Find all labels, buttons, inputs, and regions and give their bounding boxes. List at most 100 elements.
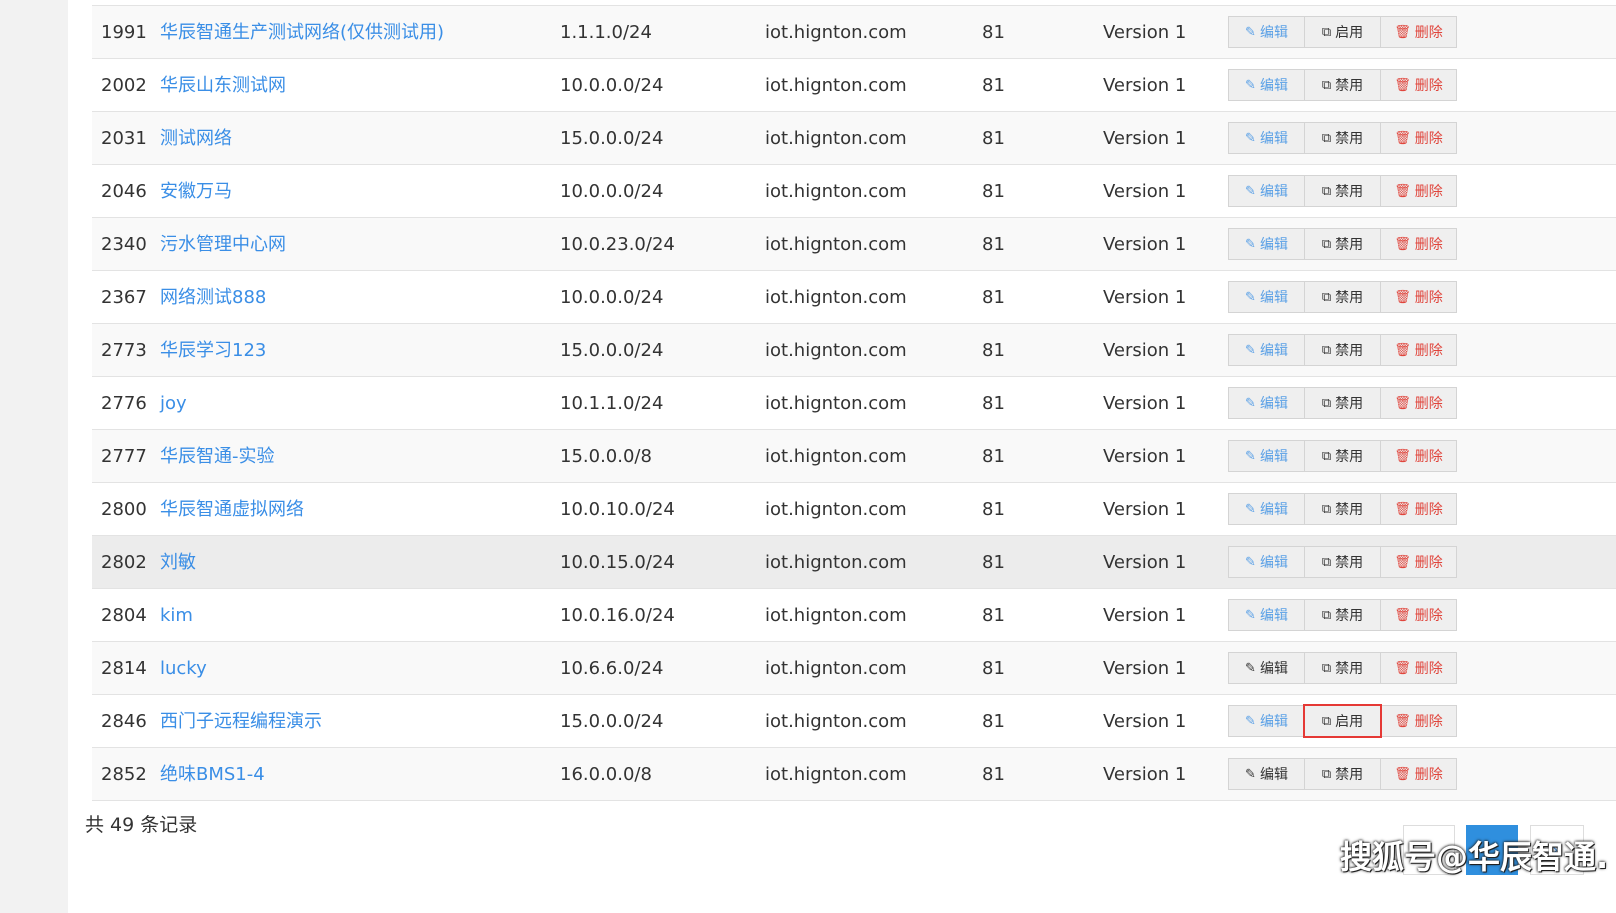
edit-button[interactable]: ✎ 编辑 xyxy=(1228,334,1305,366)
network-name-link[interactable]: 华辰智通虚拟网络 xyxy=(160,483,304,535)
table-row: 2846 西门子远程编程演示 15.0.0.0/24 iot.hignton.com 8… xyxy=(92,694,1616,747)
network-name-link[interactable]: 西门子远程编程演示 xyxy=(160,695,322,747)
edit-icon: ✎ xyxy=(1245,448,1256,464)
main-content: 1991 华辰智通生产测试网络(仅供测试用) 1.1.1.0/24 iot.hignt… xyxy=(68,0,1616,913)
delete-button[interactable]: 🗑 删除 xyxy=(1380,334,1457,366)
network-name-link[interactable]: 华辰学习123 xyxy=(160,324,266,376)
delete-button[interactable]: 🗑 删除 xyxy=(1380,281,1457,313)
edit-button[interactable]: ✎ 编辑 xyxy=(1228,387,1305,419)
server-host: iot.hignton.com xyxy=(765,393,907,414)
delete-button[interactable]: 🗑 删除 xyxy=(1380,546,1457,578)
table-row: 2031 测试网络 15.0.0.0/24 iot.hignton.com 81 Vers… xyxy=(92,111,1616,164)
toggle-status-button[interactable]: ⧉ 禁用 xyxy=(1304,440,1381,472)
edit-label: 编辑 xyxy=(1259,290,1288,306)
network-cidr: 1.1.1.0/24 xyxy=(560,22,652,43)
server-port: 81 xyxy=(982,75,1005,96)
edit-button[interactable]: ✎ 编辑 xyxy=(1228,705,1305,737)
delete-button[interactable]: 🗑 删除 xyxy=(1380,69,1457,101)
edit-button[interactable]: ✎ 编辑 xyxy=(1228,546,1305,578)
trash-icon: 🗑 xyxy=(1394,236,1411,252)
toggle-label: 禁用 xyxy=(1335,767,1364,783)
delete-button[interactable]: 🗑 删除 xyxy=(1380,122,1457,154)
network-name-link[interactable]: joy xyxy=(160,377,187,429)
row-id: 2777 xyxy=(101,446,147,467)
protocol-version: Version 1 xyxy=(1103,446,1187,467)
network-cidr: 10.0.15.0/24 xyxy=(560,552,675,573)
edit-button[interactable]: ✎ 编辑 xyxy=(1228,652,1305,684)
row-actions: ✎ 编辑 ⧉ 启用 🗑 删除 xyxy=(1228,16,1457,48)
edit-button[interactable]: ✎ 编辑 xyxy=(1228,493,1305,525)
network-name-link[interactable]: 刘敏 xyxy=(160,536,196,588)
trash-icon: 🗑 xyxy=(1394,554,1411,570)
server-host: iot.hignton.com xyxy=(765,552,907,573)
toggle-status-button[interactable]: ⧉ 禁用 xyxy=(1304,652,1381,684)
network-name-link[interactable]: kim xyxy=(160,589,193,641)
table-row: 2002 华辰山东测试网 10.0.0.0/24 iot.hignton.com 81 V… xyxy=(92,58,1616,111)
edit-button[interactable]: ✎ 编辑 xyxy=(1228,16,1305,48)
network-name-link[interactable]: 华辰山东测试网 xyxy=(160,59,286,111)
server-host: iot.hignton.com xyxy=(765,340,907,361)
row-id: 2340 xyxy=(101,234,147,255)
edit-button[interactable]: ✎ 编辑 xyxy=(1228,228,1305,260)
toggle-status-button[interactable]: ⧉ 禁用 xyxy=(1304,599,1381,631)
edit-button[interactable]: ✎ 编辑 xyxy=(1228,281,1305,313)
toggle-status-button[interactable]: ⧉ 禁用 xyxy=(1304,493,1381,525)
row-actions: ✎ 编辑 ⧉ 禁用 🗑 删除 xyxy=(1228,175,1457,207)
toggle-status-button[interactable]: ⧉ 禁用 xyxy=(1304,387,1381,419)
protocol-version: Version 1 xyxy=(1103,234,1187,255)
delete-label: 删除 xyxy=(1414,78,1443,94)
table-row: 2046 安徽万马 10.0.0.0/24 iot.hignton.com 81 Vers… xyxy=(92,164,1616,217)
edit-button[interactable]: ✎ 编辑 xyxy=(1228,440,1305,472)
trash-icon: 🗑 xyxy=(1394,130,1411,146)
trash-icon: 🗑 xyxy=(1394,448,1411,464)
server-port: 81 xyxy=(982,764,1005,785)
toggle-status-button[interactable]: ⧉ 启用 xyxy=(1304,16,1381,48)
row-id: 2367 xyxy=(101,287,147,308)
delete-button[interactable]: 🗑 删除 xyxy=(1380,705,1457,737)
edit-label: 编辑 xyxy=(1259,343,1288,359)
toggle-status-button[interactable]: ⧉ 禁用 xyxy=(1304,122,1381,154)
copy-icon: ⧉ xyxy=(1321,766,1332,782)
delete-label: 删除 xyxy=(1414,25,1443,41)
protocol-version: Version 1 xyxy=(1103,499,1187,520)
toggle-status-button[interactable]: ⧉ 禁用 xyxy=(1304,546,1381,578)
row-id: 2852 xyxy=(101,764,147,785)
edit-button[interactable]: ✎ 编辑 xyxy=(1228,758,1305,790)
network-name-link[interactable]: 绝味BMS1-4 xyxy=(160,748,265,800)
network-name-link[interactable]: 测试网络 xyxy=(160,112,232,164)
toggle-label: 禁用 xyxy=(1335,343,1364,359)
network-name-link[interactable]: 安徽万马 xyxy=(160,165,232,217)
toggle-status-button[interactable]: ⧉ 禁用 xyxy=(1304,228,1381,260)
edit-button[interactable]: ✎ 编辑 xyxy=(1228,69,1305,101)
toggle-label: 禁用 xyxy=(1335,502,1364,518)
delete-button[interactable]: 🗑 删除 xyxy=(1380,175,1457,207)
copy-icon: ⧉ xyxy=(1321,713,1332,729)
table-row: 2340 污水管理中心网 10.0.23.0/24 iot.hignton.com 81… xyxy=(92,217,1616,270)
server-port: 81 xyxy=(982,181,1005,202)
toggle-status-button[interactable]: ⧉ 禁用 xyxy=(1304,334,1381,366)
delete-button[interactable]: 🗑 删除 xyxy=(1380,387,1457,419)
server-port: 81 xyxy=(982,22,1005,43)
network-name-link[interactable]: 网络测试888 xyxy=(160,271,266,323)
delete-button[interactable]: 🗑 删除 xyxy=(1380,493,1457,525)
network-name-link[interactable]: lucky xyxy=(160,642,207,694)
delete-button[interactable]: 🗑 删除 xyxy=(1380,228,1457,260)
toggle-status-button[interactable]: ⧉ 禁用 xyxy=(1304,175,1381,207)
toggle-status-button[interactable]: ⧉ 启用 xyxy=(1303,704,1382,738)
edit-button[interactable]: ✎ 编辑 xyxy=(1228,599,1305,631)
toggle-status-button[interactable]: ⧉ 禁用 xyxy=(1304,758,1381,790)
edit-button[interactable]: ✎ 编辑 xyxy=(1228,175,1305,207)
row-id: 1991 xyxy=(101,22,147,43)
network-name-link[interactable]: 华辰智通生产测试网络(仅供测试用) xyxy=(160,6,444,58)
toggle-status-button[interactable]: ⧉ 禁用 xyxy=(1304,69,1381,101)
edit-button[interactable]: ✎ 编辑 xyxy=(1228,122,1305,154)
network-name-link[interactable]: 华辰智通-实验 xyxy=(160,430,275,482)
delete-button[interactable]: 🗑 删除 xyxy=(1380,440,1457,472)
network-name-link[interactable]: 污水管理中心网 xyxy=(160,218,286,270)
toggle-status-button[interactable]: ⧉ 禁用 xyxy=(1304,281,1381,313)
delete-button[interactable]: 🗑 删除 xyxy=(1380,16,1457,48)
delete-button[interactable]: 🗑 删除 xyxy=(1380,758,1457,790)
protocol-version: Version 1 xyxy=(1103,22,1187,43)
delete-button[interactable]: 🗑 删除 xyxy=(1380,599,1457,631)
delete-button[interactable]: 🗑 删除 xyxy=(1380,652,1457,684)
